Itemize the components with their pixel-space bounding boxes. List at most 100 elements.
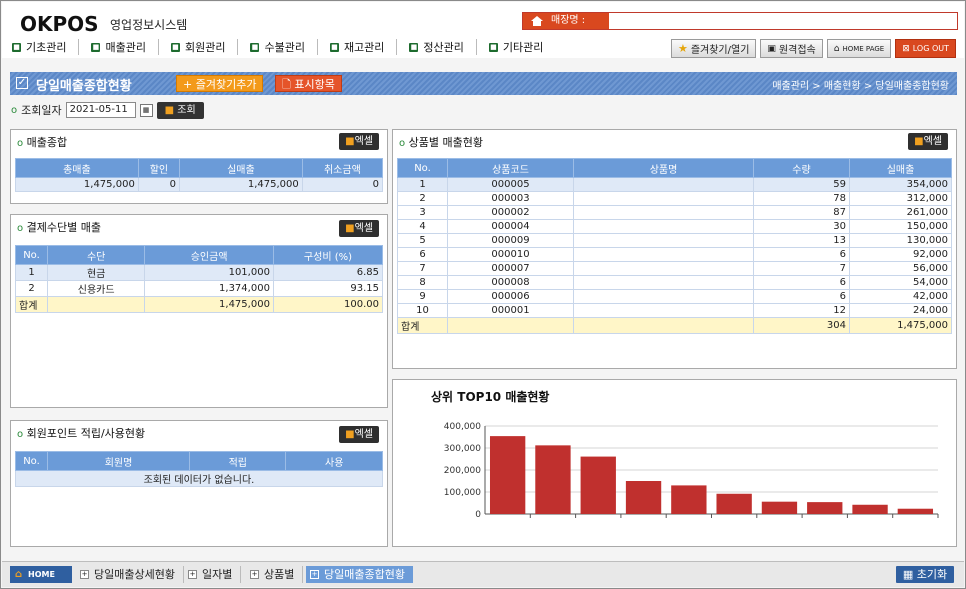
plus-icon: + bbox=[188, 570, 197, 579]
page-titlebar: ✓ 당일매출종합현황 + 즐겨찾기추가 🗋 표시항목 매출관리 > 매출현황 >… bbox=[10, 72, 957, 95]
menu-etc[interactable]: ■ 기타관리 bbox=[488, 39, 555, 55]
document-icon: 🗋 bbox=[282, 78, 295, 91]
tab-daily-sales-summary[interactable]: + 당일매출종합현황 bbox=[306, 566, 413, 583]
table-row[interactable]: 9 000006 6 42,000 bbox=[397, 289, 952, 304]
table-cell: 000007 bbox=[447, 261, 574, 276]
breadcrumb: 매출관리 > 매출현황 > 당일매출종합현황 bbox=[772, 81, 949, 92]
table-cell: 304 bbox=[753, 317, 850, 334]
table-cell: 현금 bbox=[46, 264, 146, 281]
remote-button[interactable]: ▣ 원격접속 bbox=[760, 39, 823, 58]
table-row[interactable]: 2 신용카드 1,374,000 93.15 bbox=[15, 280, 384, 297]
panel-title: o 매출종합 bbox=[17, 136, 68, 149]
excel-button[interactable]: ■엑셀 bbox=[339, 133, 379, 150]
table-cell: 000008 bbox=[447, 275, 574, 290]
table-cell: 6 bbox=[753, 247, 850, 262]
display-items-button[interactable]: 🗋 표시항목 bbox=[275, 75, 342, 92]
table-cell: 59 bbox=[753, 177, 850, 192]
home-icon: ⌂ bbox=[15, 569, 23, 580]
menu-inout[interactable]: ■ 수불관리 bbox=[250, 39, 318, 55]
column-header: 상품코드 bbox=[447, 158, 574, 178]
table-cell: 4 bbox=[397, 219, 448, 234]
store-selector[interactable]: 매장명 : bbox=[522, 12, 958, 30]
bar bbox=[625, 481, 662, 514]
menu-basic[interactable]: ■ 기초관리 bbox=[12, 39, 80, 55]
y-tick-label: 100,000 bbox=[444, 488, 481, 498]
table-cell: 1,475,000 bbox=[178, 177, 303, 192]
column-header: 상품명 bbox=[573, 158, 754, 178]
page-title: 당일매출종합현황 bbox=[36, 79, 132, 94]
close-icon: ⊠ bbox=[902, 43, 910, 54]
table-row[interactable]: 3 000002 87 261,000 bbox=[397, 205, 952, 220]
table-row[interactable]: 4 000004 30 150,000 bbox=[397, 219, 952, 234]
tab-daily-sales-detail[interactable]: + 당일매출상세현황 bbox=[76, 566, 184, 583]
table-row[interactable]: 7 000007 7 56,000 bbox=[397, 261, 952, 276]
menu-settlement[interactable]: ■ 정산관리 bbox=[409, 39, 477, 55]
table-row[interactable]: 1 현금 101,000 6.85 bbox=[15, 264, 384, 281]
reset-button[interactable]: ▦ 초기화 bbox=[896, 566, 954, 583]
menu-inventory[interactable]: ■ 재고관리 bbox=[329, 39, 398, 55]
table-cell: 000004 bbox=[447, 219, 574, 234]
homepage-button[interactable]: ⌂ HOME PAGE bbox=[826, 39, 892, 58]
favorites-button[interactable]: ★ 즐겨찾기/열기 bbox=[670, 39, 757, 58]
logout-button[interactable]: ⊠ LOG OUT bbox=[895, 39, 956, 58]
menu-bullet-icon: ■ bbox=[409, 42, 419, 52]
excel-button[interactable]: ■엑셀 bbox=[339, 426, 379, 443]
panel-title: o 상품별 매출현황 bbox=[399, 136, 483, 149]
table-cell: 87 bbox=[753, 205, 850, 220]
sales-summary-table: 총매출 할인 실매출 취소금액 1,475,000 0 1,475,000 0 bbox=[15, 158, 384, 192]
product-sales-panel: o 상품별 매출현황 ■엑셀 No. 상품코드 상품명 수량 실매출 1 0000… bbox=[392, 129, 957, 369]
column-header: 할인 bbox=[137, 158, 180, 178]
header: OKPOS 영업정보시스템 매장명 : ■ 기초관리 ■ 매출관리 ■ 회원관리 ■ 수… bbox=[2, 2, 964, 58]
excel-button[interactable]: ■엑셀 bbox=[339, 220, 379, 237]
table-cell: 1,475,000 bbox=[15, 177, 139, 192]
tab-by-date[interactable]: + 일자별 bbox=[184, 566, 242, 583]
table-cell: 13 bbox=[753, 233, 850, 248]
table-cell: 신용카드 bbox=[46, 280, 146, 297]
table-cell: 000001 bbox=[447, 303, 574, 318]
y-tick-label: 0 bbox=[475, 510, 481, 520]
table-row[interactable]: 10 000001 12 24,000 bbox=[397, 303, 952, 318]
home-tab[interactable]: ⌂ HOME bbox=[10, 566, 72, 583]
excel-button[interactable]: ■엑셀 bbox=[908, 133, 948, 150]
table-cell bbox=[573, 219, 754, 234]
column-header: 회원명 bbox=[46, 451, 191, 471]
table-row[interactable]: 2 000003 78 312,000 bbox=[397, 191, 952, 206]
sales-summary-panel: o 매출종합 ■엑셀 총매출 할인 실매출 취소금액 1,475,000 0 1… bbox=[10, 129, 388, 204]
search-button[interactable]: ■ 조회 bbox=[156, 101, 204, 119]
add-favorite-button[interactable]: + 즐겨찾기추가 bbox=[176, 75, 264, 92]
table-cell bbox=[46, 296, 146, 313]
table-cell: 6.85 bbox=[272, 264, 384, 281]
table-cell: 8 bbox=[397, 275, 448, 290]
table-cell bbox=[573, 275, 754, 290]
tab-by-product[interactable]: + 상품별 bbox=[246, 566, 304, 583]
column-header: 실매출 bbox=[849, 158, 952, 178]
table-row[interactable]: 6 000010 6 92,000 bbox=[397, 247, 952, 262]
total-row: 합계 304 1,475,000 bbox=[397, 317, 952, 334]
bar bbox=[580, 456, 616, 514]
calendar-icon[interactable]: ▦ bbox=[139, 103, 153, 117]
column-header: 실매출 bbox=[178, 158, 303, 178]
table-cell: 000009 bbox=[447, 233, 574, 248]
table-cell: 24,000 bbox=[849, 303, 952, 318]
bar bbox=[489, 436, 526, 514]
table-row[interactable]: 5 000009 13 130,000 bbox=[397, 233, 952, 248]
table-cell: 000002 bbox=[447, 205, 574, 220]
table-row[interactable]: 1 000005 59 354,000 bbox=[397, 177, 952, 192]
table-cell: 000010 bbox=[447, 247, 574, 262]
table-cell: 56,000 bbox=[849, 261, 952, 276]
menu-members[interactable]: ■ 회원관리 bbox=[170, 39, 239, 55]
column-header: 총매출 bbox=[15, 158, 139, 178]
table-cell: 93.15 bbox=[272, 280, 384, 297]
table-cell: 3 bbox=[397, 205, 448, 220]
query-date-input[interactable]: 2021-05-11 bbox=[65, 102, 136, 118]
column-header: 승인금액 bbox=[144, 245, 274, 265]
home-icon: ⌂ bbox=[833, 43, 840, 54]
menu-sales[interactable]: ■ 매출관리 bbox=[91, 39, 159, 55]
member-points-panel: o 회원포인트 적립/사용현황 ■엑셀 No. 회원명 적립 사용 조회된 데이… bbox=[10, 420, 388, 547]
table-row[interactable]: 8 000008 6 54,000 bbox=[397, 275, 952, 290]
bar bbox=[852, 504, 888, 514]
table-row[interactable]: 1,475,000 0 1,475,000 0 bbox=[15, 177, 384, 192]
table-cell bbox=[447, 317, 574, 334]
logo: OKPOS bbox=[20, 12, 99, 36]
menu-bullet-icon: ■ bbox=[250, 42, 260, 52]
